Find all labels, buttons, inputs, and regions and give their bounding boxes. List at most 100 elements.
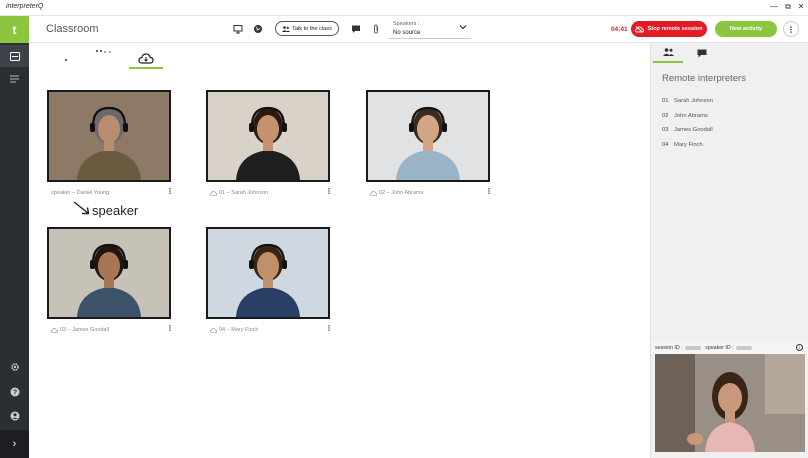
app-title: interpreterQ <box>6 3 44 10</box>
help-icon: ? <box>10 387 19 397</box>
self-video-image <box>655 354 805 452</box>
new-activity-button[interactable]: New activity <box>715 21 777 37</box>
speaker-id-label: speaker ID : <box>705 345 734 351</box>
session-id-label: session ID : <box>655 345 683 351</box>
tile-caption-text: 03 – James Goodall <box>60 327 109 333</box>
tile-more-button[interactable] <box>169 325 171 335</box>
tab-remote[interactable] <box>129 49 163 69</box>
tile-caption: 04 – Mary Finch <box>210 325 330 335</box>
interpreter-item[interactable]: 03 James Goodall <box>662 127 713 133</box>
classroom-nav-button[interactable] <box>0 45 29 67</box>
tile-caption-text: speaker – Daniel Young <box>51 190 110 196</box>
more-vertical-icon <box>488 188 490 194</box>
user-icon <box>10 411 19 421</box>
cloud-icon <box>51 327 58 333</box>
remote-interpreters-title: Remote interpreters <box>662 73 746 84</box>
chat-icon <box>697 49 707 57</box>
talk-to-class-button[interactable]: Talk to the class <box>275 21 339 36</box>
globe-icon[interactable] <box>253 24 263 34</box>
session-info-bar: session ID : speaker ID : i <box>651 342 808 354</box>
participant-video <box>49 229 169 317</box>
interpreter-number: 02 <box>662 112 669 119</box>
tab-messages[interactable] <box>687 43 717 63</box>
interpreter-name: John Abrams <box>674 112 708 119</box>
more-options-button[interactable] <box>783 21 799 37</box>
expand-sidebar-button[interactable]: › <box>0 430 29 458</box>
maximize-button[interactable]: ⧉ <box>782 1 794 13</box>
participant-video <box>368 92 488 180</box>
tab-indicator-dot <box>100 50 102 52</box>
interpreter-item[interactable]: 01 Sarah Johnson <box>662 98 713 104</box>
more-vertical-icon <box>169 188 171 194</box>
speaker-annotation: speaker <box>92 203 139 218</box>
speakers-select[interactable]: Speakers : No source <box>389 20 471 39</box>
interpreter-name: James Goodall <box>674 127 713 133</box>
list-nav-button[interactable] <box>0 68 29 90</box>
tile-caption: speaker – Daniel Young <box>51 188 171 198</box>
tab-indicator-dot <box>109 51 111 53</box>
settings-button[interactable] <box>0 356 29 378</box>
tile-more-button[interactable] <box>169 188 171 198</box>
chat-icon[interactable] <box>351 24 361 34</box>
tab-indicator-dot <box>96 50 98 52</box>
minimize-button[interactable]: — <box>768 1 780 13</box>
speakers-label: Speakers : <box>393 21 420 27</box>
close-button[interactable]: ✕ <box>795 1 807 13</box>
left-sidebar: t ? › <box>0 16 29 458</box>
speakers-value: No source <box>393 30 421 36</box>
cloud-icon <box>210 327 217 333</box>
video-tile[interactable] <box>47 90 171 182</box>
classroom-icon <box>9 51 20 61</box>
screen-icon[interactable] <box>233 24 243 34</box>
interpreter-item[interactable]: 04 Mary Finch <box>662 142 703 148</box>
users-icon <box>662 48 674 56</box>
page-title: Classroom <box>46 23 99 35</box>
video-tile[interactable] <box>206 90 330 182</box>
tile-caption-text: 04 – Mary Finch <box>219 327 259 333</box>
self-video-preview <box>655 354 805 452</box>
session-ids: session ID : speaker ID : <box>655 345 752 351</box>
list-icon <box>9 75 19 83</box>
interpreter-item[interactable]: 02 John Abrams <box>662 113 708 119</box>
info-icon[interactable]: i <box>796 344 803 351</box>
tile-caption-text: 02 – John Abrams <box>379 190 424 196</box>
tab-interpreters[interactable] <box>653 43 683 63</box>
session-id-value <box>684 345 701 350</box>
annotation-arrow-icon <box>73 201 90 215</box>
gear-icon <box>10 363 19 371</box>
video-tile[interactable] <box>206 227 330 319</box>
tile-more-button[interactable] <box>488 188 490 198</box>
cloud-off-icon <box>635 25 645 33</box>
help-button[interactable]: ? <box>0 381 29 403</box>
tile-caption: 03 – James Goodall <box>51 325 171 335</box>
tile-more-button[interactable] <box>328 325 330 335</box>
cloud-icon <box>210 190 217 196</box>
video-tile[interactable] <box>47 227 171 319</box>
users-icon <box>282 25 291 32</box>
talk-to-class-label: Talk to the class <box>292 25 332 32</box>
participant-video <box>208 229 328 317</box>
tile-caption: 02 – John Abrams <box>370 188 490 198</box>
cloud-icon <box>370 190 377 196</box>
tile-caption: 01 – Sarah Johnson <box>210 188 330 198</box>
video-tile[interactable] <box>366 90 490 182</box>
window-titlebar: interpreterQ — ⧉ ✕ <box>0 0 808 16</box>
interpreter-number: 04 <box>662 141 669 148</box>
account-button[interactable] <box>0 405 29 427</box>
participant-video <box>49 92 169 180</box>
stop-remote-session-button[interactable]: Stop remote session <box>631 21 707 37</box>
attachment-icon[interactable] <box>371 24 381 34</box>
svg-text:?: ? <box>12 390 16 397</box>
speaker-id-value <box>735 345 752 350</box>
interpreter-name: Mary Finch <box>674 141 703 148</box>
tile-caption-text: 01 – Sarah Johnson <box>219 190 269 196</box>
tab-indicator-dot <box>65 59 67 61</box>
tile-more-button[interactable] <box>328 188 330 198</box>
more-vertical-icon <box>328 188 330 194</box>
session-timer: 04:41 <box>611 26 628 33</box>
more-vertical-icon <box>328 325 330 331</box>
app-logo[interactable]: t <box>0 16 29 43</box>
participant-video <box>208 92 328 180</box>
interpreter-number: 03 <box>662 127 669 133</box>
more-vertical-icon <box>169 325 171 331</box>
